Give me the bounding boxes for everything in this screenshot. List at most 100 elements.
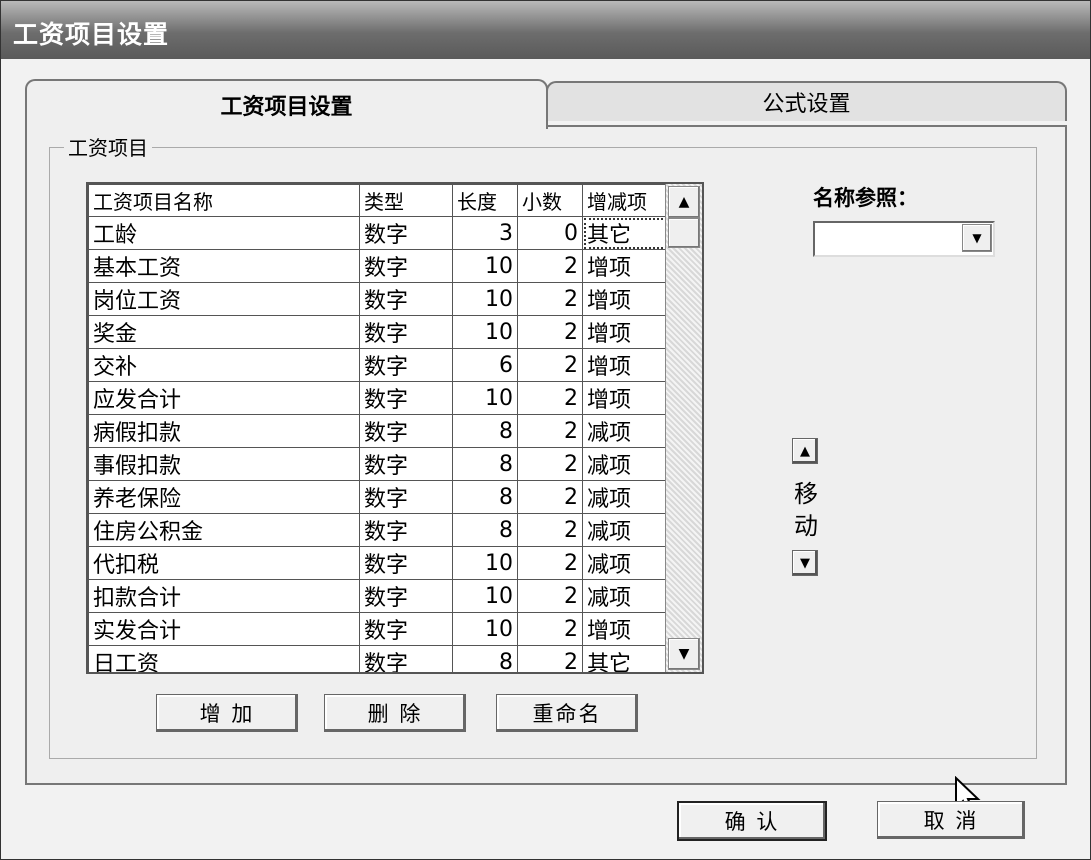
table-row[interactable]: 交补 数字 6 2 增项 (88, 348, 692, 382)
cell-name[interactable]: 基本工资 (88, 249, 360, 283)
table-row[interactable]: 奖金 数字 10 2 增项 (88, 315, 692, 349)
cell-type[interactable]: 数字 (359, 612, 453, 646)
cell-length[interactable]: 8 (452, 480, 518, 514)
group-label: 工资项目 (64, 132, 152, 161)
cell-name[interactable]: 事假扣款 (88, 447, 360, 481)
cell-type[interactable]: 数字 (359, 216, 453, 250)
name-reference-select[interactable]: ▼ (813, 221, 995, 257)
cell-length[interactable]: 6 (452, 348, 518, 382)
tab-formula-settings[interactable]: 公式设置 (546, 81, 1067, 121)
cell-length[interactable]: 10 (452, 315, 518, 349)
cell-decimals[interactable]: 2 (517, 579, 583, 613)
cell-decimals[interactable]: 2 (517, 480, 583, 514)
salary-items-table: 工资项目名称 类型 长度 小数 增减项 工龄 数字 3 0 其它 基本工资 数字 10 2 增项岗… (88, 184, 692, 672)
cell-length[interactable]: 10 (452, 579, 518, 613)
scroll-up-icon[interactable]: ▲ (668, 186, 700, 218)
cell-decimals[interactable]: 2 (517, 447, 583, 481)
move-down-icon[interactable]: ▼ (792, 550, 818, 576)
tab-panel: 工资项目 工资项目名称 类型 长度 小数 增减项 工龄 数字 3 0 其它 基本… (25, 125, 1067, 815)
add-button[interactable]: 增 加 (156, 694, 298, 732)
column-header-decimals[interactable]: 小数 (517, 184, 583, 217)
cell-type[interactable]: 数字 (359, 348, 453, 382)
cell-name[interactable]: 代扣税 (88, 546, 360, 580)
cell-name[interactable]: 病假扣款 (88, 414, 360, 448)
cell-name[interactable]: 奖金 (88, 315, 360, 349)
table-row[interactable]: 应发合计 数字 10 2 增项 (88, 381, 692, 415)
cell-type[interactable]: 数字 (359, 315, 453, 349)
cell-type[interactable]: 数字 (359, 414, 453, 448)
cell-decimals[interactable]: 2 (517, 612, 583, 646)
dropdown-arrow-icon[interactable]: ▼ (962, 224, 992, 252)
table-row[interactable]: 基本工资 数字 10 2 增项 (88, 249, 692, 283)
cell-type[interactable]: 数字 (359, 282, 453, 316)
cell-length[interactable]: 10 (452, 249, 518, 283)
cell-decimals[interactable]: 2 (517, 546, 583, 580)
cell-length[interactable]: 10 (452, 282, 518, 316)
cell-length[interactable]: 10 (452, 546, 518, 580)
cell-decimals[interactable]: 2 (517, 414, 583, 448)
cell-decimals[interactable]: 2 (517, 282, 583, 316)
cell-name[interactable]: 工龄 (88, 216, 360, 250)
table-row[interactable]: 代扣税 数字 10 2 减项 (88, 546, 692, 580)
cell-name[interactable]: 应发合计 (88, 381, 360, 415)
cell-decimals[interactable]: 2 (517, 381, 583, 415)
cell-decimals[interactable]: 2 (517, 645, 583, 672)
vertical-scrollbar[interactable]: ▲ ▼ (665, 184, 702, 672)
cell-type[interactable]: 数字 (359, 249, 453, 283)
scroll-down-icon[interactable]: ▼ (668, 638, 700, 670)
column-header-name[interactable]: 工资项目名称 (88, 184, 360, 217)
cell-name[interactable]: 岗位工资 (88, 282, 360, 316)
cell-length[interactable]: 10 (452, 381, 518, 415)
cell-decimals[interactable]: 2 (517, 513, 583, 547)
cell-decimals[interactable]: 0 (517, 216, 583, 250)
cancel-button[interactable]: 取 消 (877, 801, 1025, 839)
cell-decimals[interactable]: 2 (517, 249, 583, 283)
scroll-thumb[interactable] (668, 218, 700, 248)
salary-items-grid[interactable]: 工资项目名称 类型 长度 小数 增减项 工龄 数字 3 0 其它 基本工资 数字 10 2 增项岗… (86, 182, 704, 674)
cell-name[interactable]: 日工资 (88, 645, 360, 672)
cell-type[interactable]: 数字 (359, 579, 453, 613)
delete-button[interactable]: 删 除 (324, 694, 466, 732)
salary-items-group: 工资项目 工资项目名称 类型 长度 小数 增减项 工龄 数字 3 0 其它 基本… (49, 132, 1037, 815)
table-row[interactable]: 实发合计 数字 10 2 增项 (88, 612, 692, 646)
cell-name[interactable]: 扣款合计 (88, 579, 360, 613)
cell-name[interactable]: 住房公积金 (88, 513, 360, 547)
cell-length[interactable]: 8 (452, 447, 518, 481)
table-row[interactable]: 事假扣款 数字 8 2 减项 (88, 447, 692, 481)
cell-name[interactable]: 实发合计 (88, 612, 360, 646)
column-header-type[interactable]: 类型 (359, 184, 453, 217)
cell-length[interactable]: 8 (452, 513, 518, 547)
cell-type[interactable]: 数字 (359, 645, 453, 672)
cell-type[interactable]: 数字 (359, 381, 453, 415)
cell-decimals[interactable]: 2 (517, 315, 583, 349)
table-body: 工龄 数字 3 0 其它 基本工资 数字 10 2 增项 岗位工资 数字 10 2 增项 奖金 数字 10 2 增项交… (88, 216, 692, 672)
cell-length[interactable]: 3 (452, 216, 518, 250)
table-row[interactable]: 日工资 数字 8 2 其它 (88, 645, 692, 672)
move-label: 移动 (794, 480, 818, 540)
move-up-icon[interactable]: ▲ (792, 438, 818, 464)
cell-name[interactable]: 养老保险 (88, 480, 360, 514)
name-reference-label: 名称参照： (813, 186, 918, 210)
cell-length[interactable]: 8 (452, 645, 518, 672)
table-row[interactable]: 工龄 数字 3 0 其它 (88, 216, 692, 250)
title-bar[interactable]: 工资项目设置 (1, 1, 1090, 59)
column-header-length[interactable]: 长度 (452, 184, 518, 217)
cell-type[interactable]: 数字 (359, 447, 453, 481)
cell-length[interactable]: 10 (452, 612, 518, 646)
dialog-body: 工资项目设置 公式设置 工资项目 工资项目名称 类型 长度 小数 增减项 工龄 … (1, 59, 1090, 859)
window-title: 工资项目设置 (13, 20, 170, 49)
cell-name[interactable]: 交补 (88, 348, 360, 382)
cell-type[interactable]: 数字 (359, 513, 453, 547)
cell-type[interactable]: 数字 (359, 480, 453, 514)
table-row[interactable]: 岗位工资 数字 10 2 增项 (88, 282, 692, 316)
table-row[interactable]: 病假扣款 数字 8 2 减项 (88, 414, 692, 448)
confirm-button[interactable]: 确 认 (677, 801, 827, 841)
cell-type[interactable]: 数字 (359, 546, 453, 580)
table-row[interactable]: 养老保险 数字 8 2 减项 (88, 480, 692, 514)
table-row[interactable]: 扣款合计 数字 10 2 减项 (88, 579, 692, 613)
cell-length[interactable]: 8 (452, 414, 518, 448)
table-row[interactable]: 住房公积金 数字 8 2 减项 (88, 513, 692, 547)
tab-salary-items[interactable]: 工资项目设置 (25, 79, 548, 129)
cell-decimals[interactable]: 2 (517, 348, 583, 382)
rename-button[interactable]: 重命名 (496, 694, 638, 732)
